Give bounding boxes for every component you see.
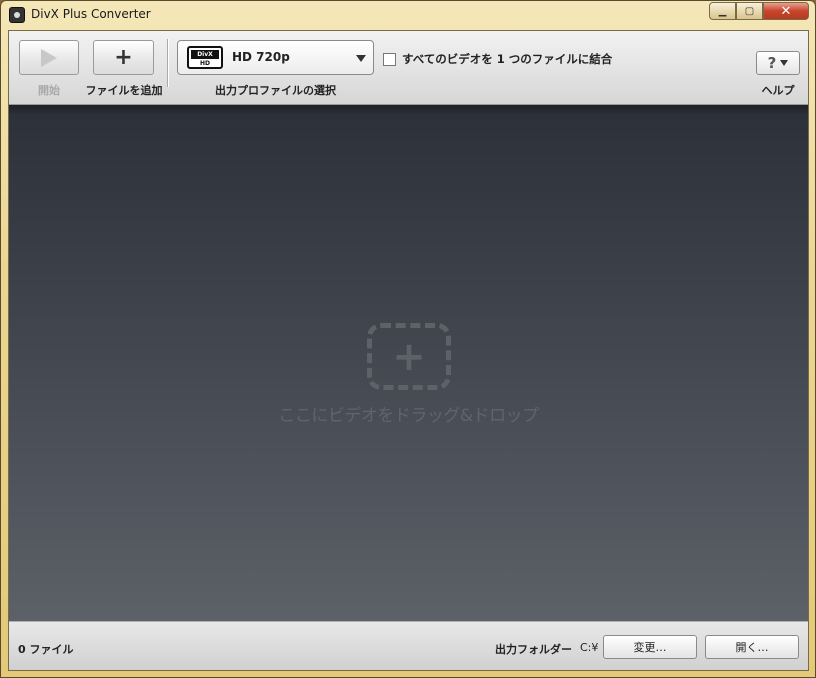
drop-zone[interactable]: + ここにビデオをドラッグ&ドロップ — [9, 105, 808, 621]
window-title: DivX Plus Converter — [31, 7, 151, 21]
merge-label: すべてのビデオを 1 つのファイルに結合 — [402, 52, 613, 66]
output-folder-label: 出力フォルダー — [495, 643, 572, 656]
plus-icon: + — [392, 333, 426, 380]
toolbar-separator — [167, 39, 169, 87]
profile-value: HD 720p — [232, 50, 290, 64]
add-file-label: ファイルを追加 — [85, 84, 163, 97]
title-bar[interactable]: DivX Plus Converter ▁ ▢ ✕ — [1, 1, 815, 29]
chevron-down-icon — [780, 60, 789, 66]
maximize-icon: ▢ — [744, 5, 755, 17]
maximize-button[interactable]: ▢ — [736, 2, 763, 20]
output-folder-path: C:¥ — [580, 641, 599, 654]
client-area: 開始 + ファイルを追加 DivX HD HD 720p 出力プロファイルの選択… — [8, 30, 809, 671]
start-label: 開始 — [38, 84, 60, 97]
help-button[interactable]: ? — [756, 51, 800, 75]
window-controls: ▁ ▢ ✕ — [709, 2, 809, 20]
logo-bottom-text: HD — [199, 60, 210, 67]
open-folder-button[interactable]: 開く… — [705, 635, 799, 659]
merge-checkbox[interactable] — [383, 52, 396, 66]
change-folder-button[interactable]: 変更… — [603, 635, 697, 659]
minimize-button[interactable]: ▁ — [709, 2, 736, 20]
divx-hd-logo-icon: DivX HD — [187, 46, 223, 69]
close-button[interactable]: ✕ — [763, 2, 809, 20]
app-window: DivX Plus Converter ▁ ▢ ✕ 開始 + ファイルを追加 D… — [0, 0, 816, 678]
chevron-down-icon — [356, 55, 366, 62]
profile-label: 出力プロファイルの選択 — [215, 84, 336, 97]
drop-zone-shadow — [9, 105, 808, 115]
toolbar: 開始 + ファイルを追加 DivX HD HD 720p 出力プロファイルの選択… — [9, 31, 808, 105]
add-file-button[interactable]: + — [93, 40, 154, 75]
play-icon — [41, 48, 57, 67]
help-label: ヘルプ — [761, 84, 795, 97]
close-icon: ✕ — [780, 3, 792, 19]
status-bar: 0 ファイル 出力フォルダー C:¥ 変更… 開く… — [9, 621, 808, 670]
start-button[interactable] — [19, 40, 79, 75]
output-profile-select[interactable]: DivX HD HD 720p — [177, 40, 374, 75]
plus-icon: + — [114, 44, 133, 70]
merge-option[interactable]: すべてのビデオを 1 つのファイルに結合 — [383, 51, 612, 67]
logo-top-text: DivX — [191, 50, 219, 59]
divx-app-icon[interactable] — [9, 7, 25, 23]
minimize-icon: ▁ — [718, 5, 727, 17]
file-count: 0 ファイル — [18, 643, 74, 656]
add-video-icon: + — [367, 323, 451, 390]
help-icon: ? — [767, 54, 777, 72]
drop-hint-text: ここにビデオをドラッグ&ドロップ — [278, 406, 539, 426]
